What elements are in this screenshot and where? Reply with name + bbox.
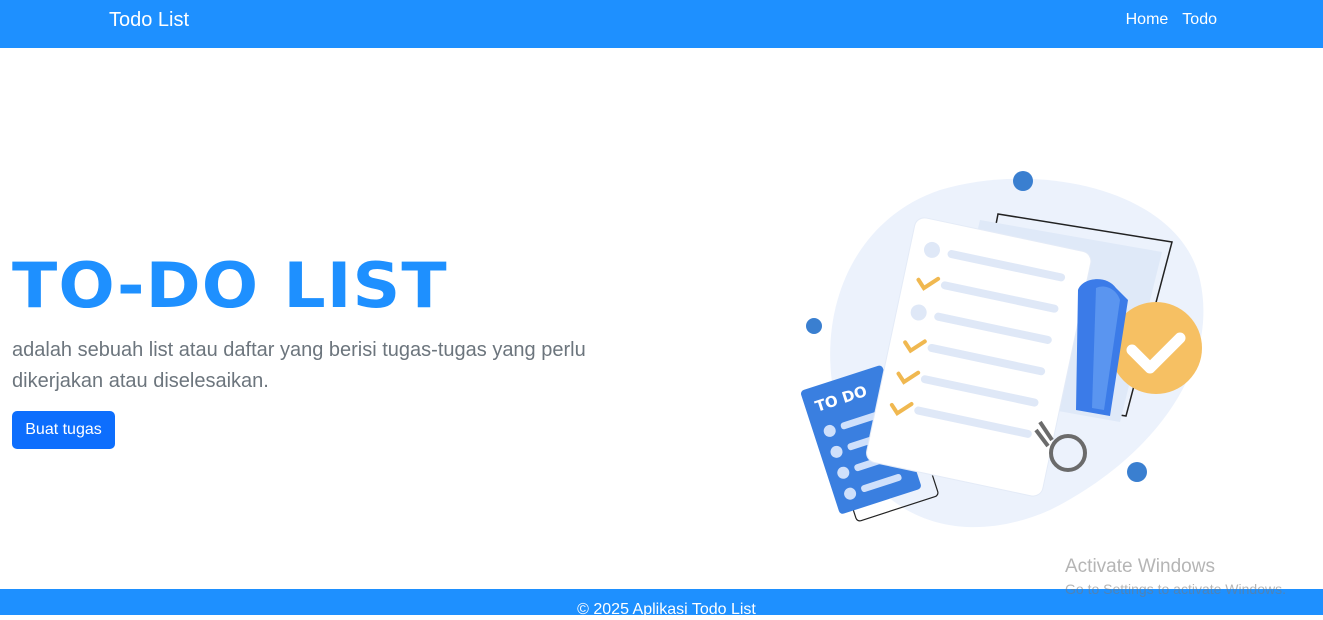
hero-description: adalah sebuah list atau daftar yang beri… bbox=[12, 339, 586, 392]
hero-title: TO-DO LIST bbox=[12, 249, 448, 322]
decorative-dot bbox=[1013, 171, 1033, 191]
todo-checklist-illustration: TO DO bbox=[790, 160, 1220, 540]
nav-link-todo[interactable]: Todo bbox=[1182, 10, 1217, 30]
watermark-subtitle: Go to Settings to activate Windows. bbox=[1065, 581, 1286, 597]
activate-windows-watermark: Activate Windows Go to Settings to activ… bbox=[1065, 556, 1286, 598]
navbar: Todo List Home Todo bbox=[0, 0, 1323, 48]
navbar-brand[interactable]: Todo List bbox=[109, 8, 189, 32]
decorative-dot bbox=[806, 318, 822, 334]
decorative-dot bbox=[1127, 462, 1147, 482]
create-task-button[interactable]: Buat tugas bbox=[12, 411, 115, 449]
footer-copyright: © 2025 Aplikasi Todo List bbox=[577, 601, 756, 618]
nav-links: Home Todo bbox=[1126, 10, 1217, 30]
watermark-title: Activate Windows bbox=[1065, 556, 1215, 577]
nav-link-home[interactable]: Home bbox=[1126, 10, 1169, 30]
